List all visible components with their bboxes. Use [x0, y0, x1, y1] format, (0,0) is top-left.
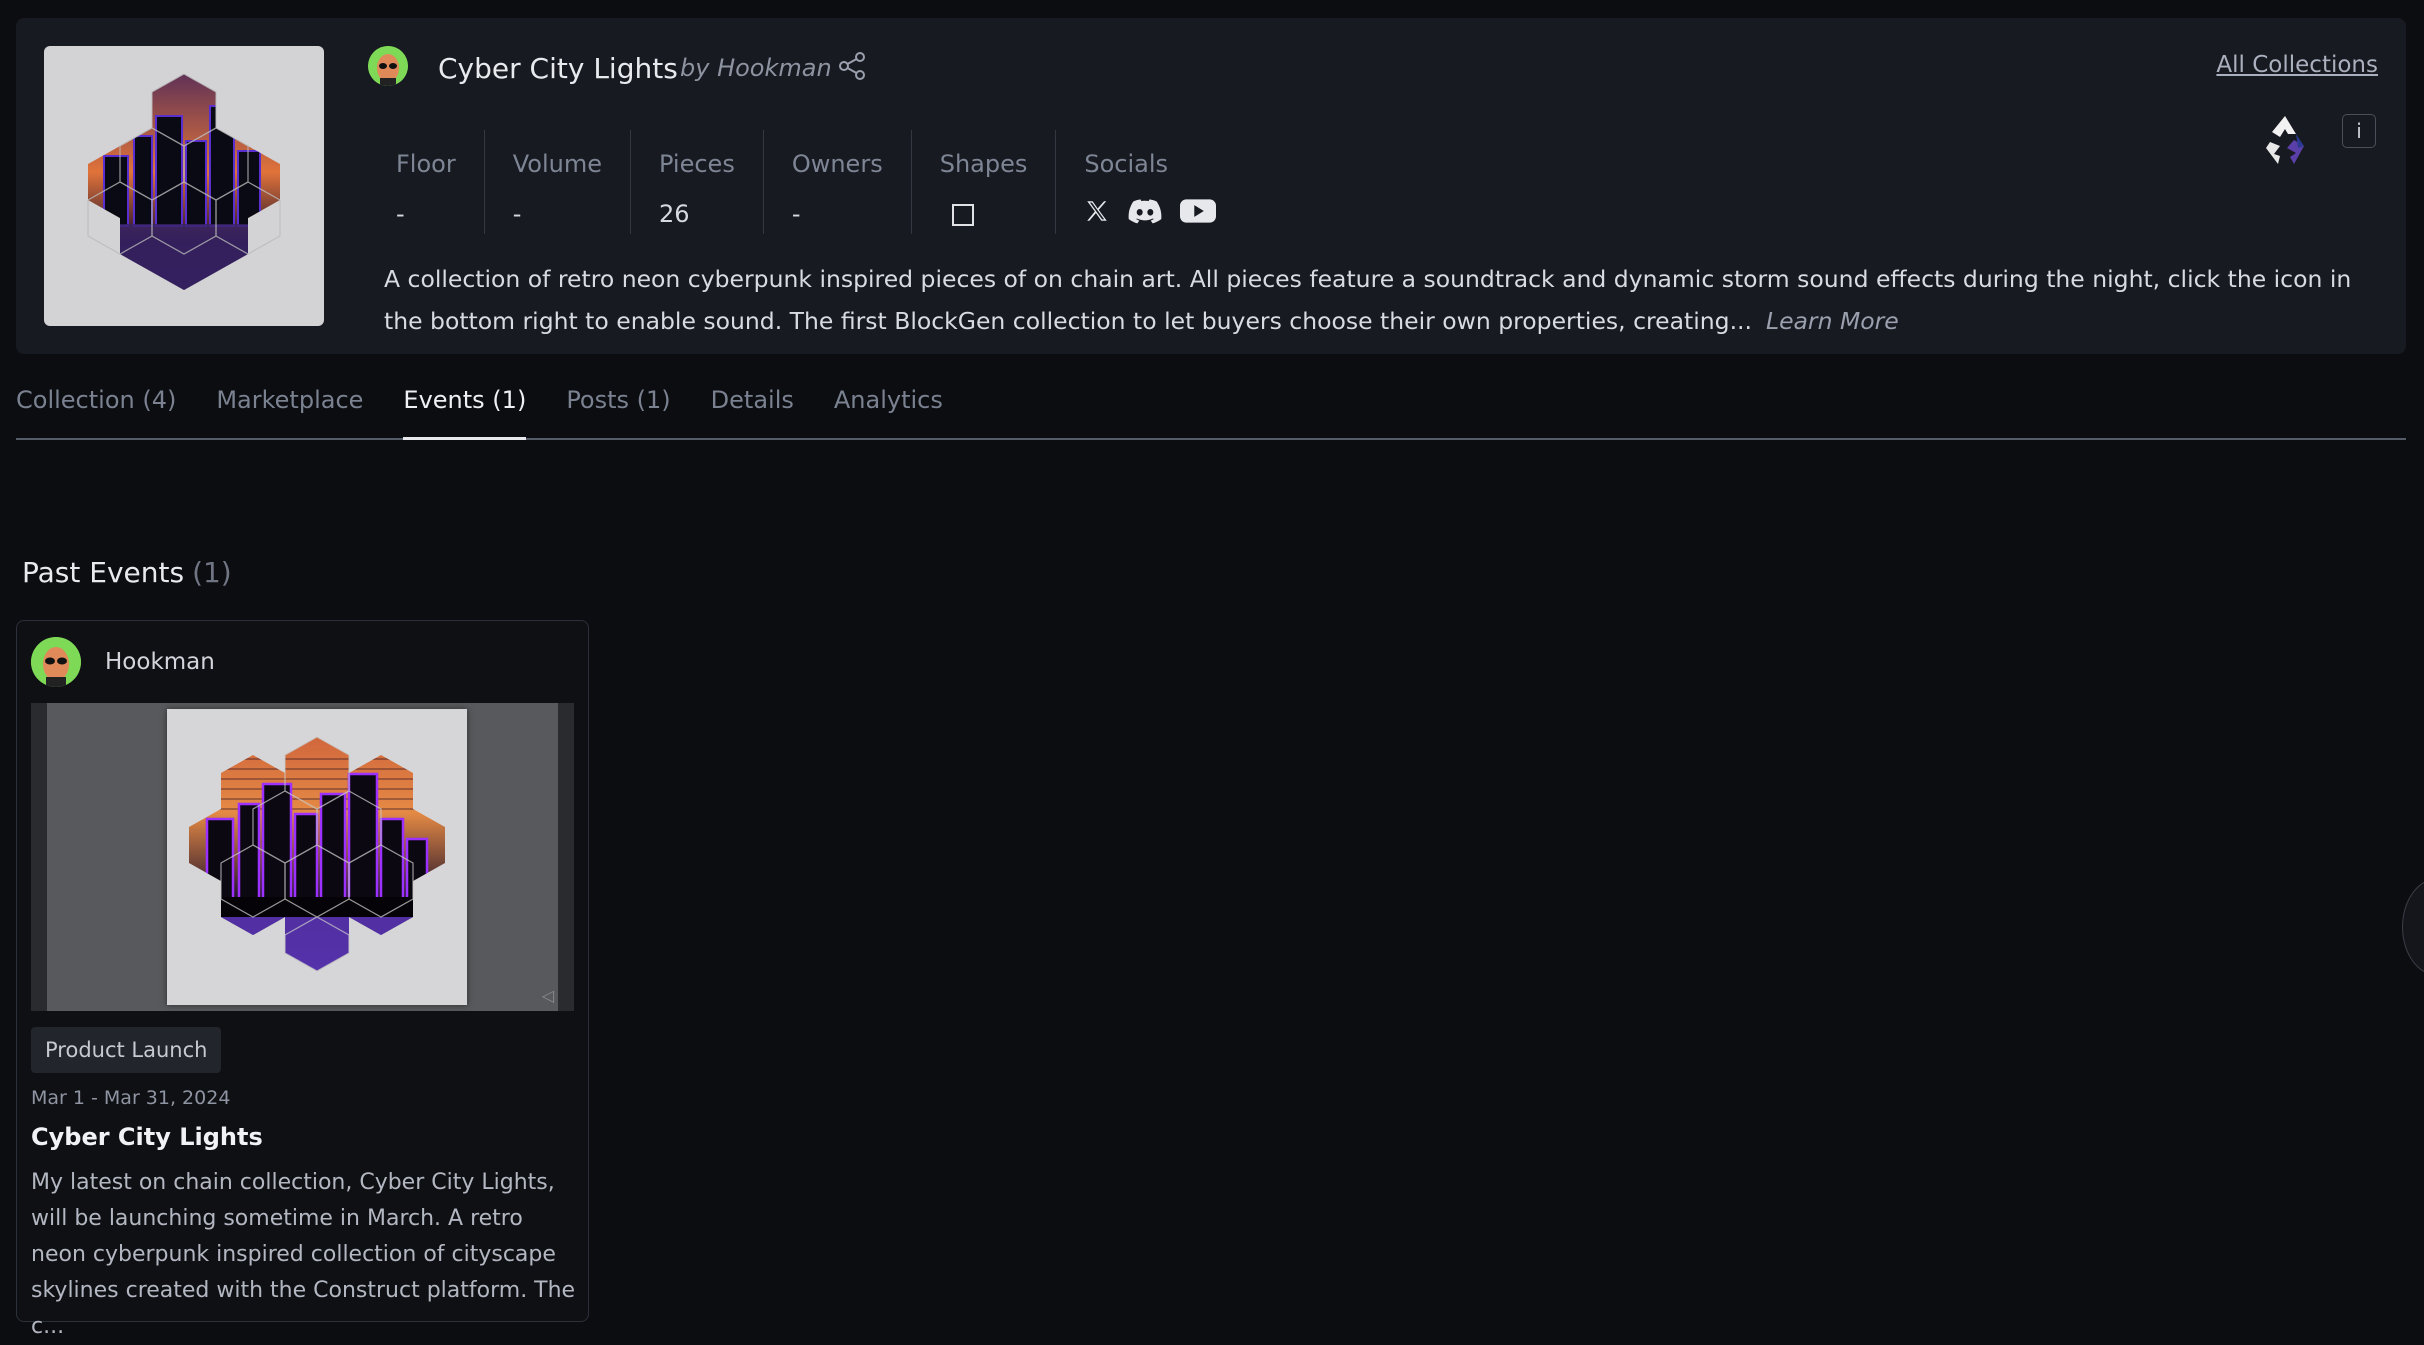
stat-volume: Volume -	[483, 130, 630, 234]
event-artwork	[167, 709, 467, 1005]
event-author-avatar[interactable]	[31, 637, 81, 687]
stat-owners: Owners -	[762, 130, 911, 234]
section-title-text: Past Events	[22, 556, 185, 589]
learn-more-link[interactable]: Learn More	[1766, 307, 1899, 335]
event-author-name[interactable]: Hookman	[105, 649, 215, 675]
info-button[interactable]: i	[2342, 114, 2376, 148]
speaker-mute-icon[interactable]: ◁	[542, 986, 554, 1005]
event-media[interactable]: ◁	[31, 703, 574, 1011]
stat-floor: Floor -	[384, 130, 484, 234]
stat-label: Volume	[512, 150, 602, 178]
event-description: My latest on chain collection, Cyber Cit…	[31, 1170, 576, 1339]
share-icon[interactable]	[836, 50, 868, 82]
alien-avatar-icon	[368, 46, 408, 86]
past-events-heading: Past Events (1)	[22, 556, 232, 589]
event-card[interactable]: Hookman ◁ Product Launch Mar 1 - Mar 31,…	[16, 620, 589, 1339]
stat-socials: Socials	[1055, 130, 1244, 234]
stat-label: Owners	[791, 150, 883, 178]
recycle-icon[interactable]	[2256, 110, 2314, 168]
tab-details[interactable]: Details	[711, 382, 794, 438]
stat-value: -	[396, 200, 405, 228]
collection-stats: Floor - Volume - Pieces 26 Owners - Shap…	[384, 130, 1244, 234]
tab-events[interactable]: Events (1)	[403, 382, 526, 440]
square-icon[interactable]	[951, 204, 974, 226]
creator-avatar[interactable]	[368, 46, 408, 86]
scroll-edge-button[interactable]	[2402, 878, 2424, 976]
event-title[interactable]: Cyber City Lights	[31, 1123, 263, 1151]
tab-analytics[interactable]: Analytics	[834, 382, 943, 438]
stat-value: 26	[658, 200, 690, 228]
stat-label: Floor	[396, 150, 456, 178]
event-date: Mar 1 - Mar 31, 2024	[31, 1087, 231, 1109]
social-links	[1084, 198, 1217, 224]
media-side-bar	[31, 703, 47, 1011]
stat-pieces: Pieces 26	[629, 130, 763, 234]
stat-label: Socials	[1084, 150, 1169, 178]
stat-value: -	[512, 200, 522, 228]
x-icon[interactable]	[1084, 198, 1110, 224]
stat-shapes: Shapes	[910, 130, 1056, 234]
all-collections-link[interactable]: All Collections	[2216, 52, 2378, 78]
stat-label: Pieces	[658, 150, 735, 178]
hexagon-city-art	[87, 73, 281, 290]
section-count: (1)	[192, 556, 232, 589]
youtube-icon[interactable]	[1180, 198, 1217, 224]
collection-tabs: Collection (4) Marketplace Events (1) Po…	[16, 382, 2406, 440]
collection-title: Cyber City Lights	[438, 52, 678, 85]
hexagon-city-art	[189, 736, 445, 972]
tab-posts[interactable]: Posts (1)	[566, 382, 670, 438]
tab-collection[interactable]: Collection (4)	[16, 382, 176, 438]
tab-marketplace[interactable]: Marketplace	[216, 382, 363, 438]
collection-cover-image[interactable]	[44, 46, 324, 326]
collection-description: A collection of retro neon cyberpunk ins…	[384, 258, 2394, 342]
description-text: A collection of retro neon cyberpunk ins…	[384, 265, 2352, 335]
event-type-tag: Product Launch	[31, 1027, 222, 1073]
discord-icon[interactable]	[1128, 198, 1162, 224]
media-side-bar	[558, 703, 574, 1011]
alien-avatar-icon	[31, 637, 81, 687]
stat-label: Shapes	[939, 150, 1028, 178]
stat-value: -	[791, 200, 801, 228]
collection-byline[interactable]: by Hookman	[680, 54, 832, 82]
collection-header-card: Cyber City Lights by Hookman All Collect…	[16, 18, 2406, 354]
